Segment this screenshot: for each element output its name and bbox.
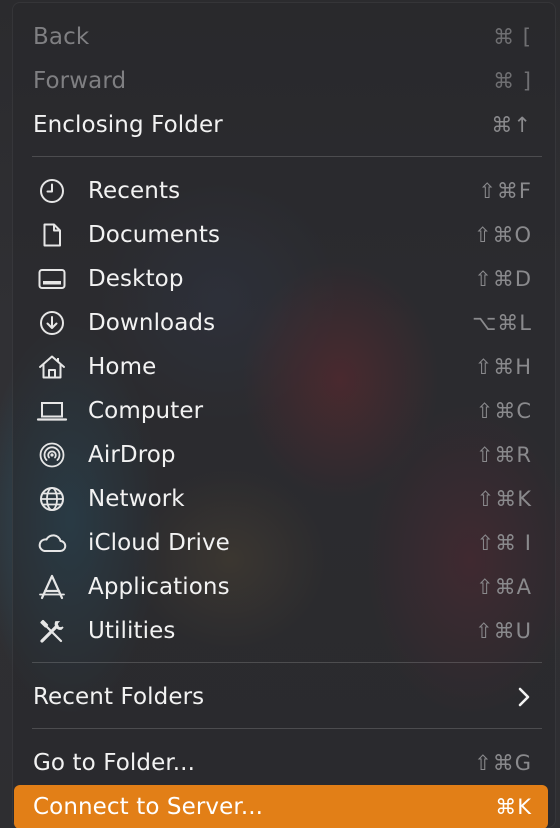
- menu-item-shortcut: ⇧⌘O: [473, 223, 532, 247]
- menu-item-shortcut: ⇧⌘F: [478, 179, 532, 203]
- menu-item-recents[interactable]: Recents ⇧⌘F: [14, 169, 554, 213]
- menu-item-shortcut: ⇧⌘ I: [476, 531, 532, 555]
- menu-item-shortcut: ⇧⌘D: [474, 267, 532, 291]
- menu-item-shortcut: ⇧⌘R: [475, 443, 532, 467]
- home-icon: [36, 351, 68, 383]
- menu-item-label: Forward: [33, 68, 127, 94]
- menu-item-label: Network: [88, 486, 185, 512]
- menu-item-downloads[interactable]: Downloads ⌥⌘L: [14, 301, 554, 345]
- menu-item-label: Computer: [88, 398, 204, 424]
- download-icon: [36, 307, 68, 339]
- go-menu: Back ⌘ [ Forward ⌘ ] Enclosing Folder ⌘↑…: [12, 2, 556, 828]
- menu-separator: [32, 156, 542, 157]
- menu-item-label: iCloud Drive: [88, 530, 230, 556]
- menu-item-shortcut: ⇧⌘A: [476, 575, 532, 599]
- menu-item-label: Connect to Server...: [33, 794, 264, 820]
- menu-item-label: Go to Folder...: [33, 750, 196, 776]
- menu-item-icloud-drive[interactable]: iCloud Drive ⇧⌘ I: [14, 521, 554, 565]
- menu-item-label: Applications: [88, 574, 230, 600]
- menu-item-shortcut: ⌘↑: [491, 113, 532, 137]
- menu-item-network[interactable]: Network ⇧⌘K: [14, 477, 554, 521]
- menu-item-label: Home: [88, 354, 157, 380]
- screen-background: Back ⌘ [ Forward ⌘ ] Enclosing Folder ⌘↑…: [0, 0, 560, 828]
- menu-separator: [32, 728, 542, 729]
- clock-icon: [36, 175, 68, 207]
- menu-item-label: Documents: [88, 222, 221, 248]
- menu-item-label: Recent Folders: [33, 684, 205, 710]
- document-icon: [36, 219, 68, 251]
- applications-icon: [36, 571, 68, 603]
- globe-icon: [36, 483, 68, 515]
- menu-item-label: Downloads: [88, 310, 216, 336]
- menu-item-enclosing-folder[interactable]: Enclosing Folder ⌘↑: [14, 103, 554, 147]
- menu-item-shortcut: ⇧⌘C: [475, 399, 532, 423]
- menu-item-shortcut: ⇧⌘U: [475, 619, 532, 643]
- menu-item-desktop[interactable]: Desktop ⇧⌘D: [14, 257, 554, 301]
- menu-item-label: Recents: [88, 178, 181, 204]
- menu-item-utilities[interactable]: Utilities ⇧⌘U: [14, 609, 554, 653]
- menu-item-shortcut: ⇧⌘H: [474, 355, 532, 379]
- menu-separator: [32, 662, 542, 663]
- menu-item-shortcut: ⇧⌘G: [474, 751, 532, 775]
- menu-item-shortcut: ⌘K: [495, 795, 532, 819]
- chevron-right-icon: [516, 685, 532, 709]
- menu-item-shortcut: ⌥⌘L: [472, 311, 532, 335]
- menu-item-go-to-folder[interactable]: Go to Folder... ⇧⌘G: [14, 741, 554, 785]
- laptop-icon: [36, 395, 68, 427]
- menu-item-airdrop[interactable]: AirDrop ⇧⌘R: [14, 433, 554, 477]
- menu-item-recent-folders[interactable]: Recent Folders: [14, 675, 554, 719]
- menu-item-home[interactable]: Home ⇧⌘H: [14, 345, 554, 389]
- menu-item-forward[interactable]: Forward ⌘ ]: [14, 59, 554, 103]
- menu-item-label: Back: [33, 24, 90, 50]
- menu-item-label: Desktop: [88, 266, 184, 292]
- menu-item-shortcut: ⇧⌘K: [476, 487, 532, 511]
- menu-item-shortcut: ⌘ ]: [493, 69, 532, 93]
- menu-item-label: Enclosing Folder: [33, 112, 223, 138]
- menu-item-applications[interactable]: Applications ⇧⌘A: [14, 565, 554, 609]
- menu-item-connect-to-server[interactable]: Connect to Server... ⌘K: [14, 785, 548, 828]
- menu-item-back[interactable]: Back ⌘ [: [14, 15, 554, 59]
- menu-item-label: Utilities: [88, 618, 176, 644]
- menu-item-documents[interactable]: Documents ⇧⌘O: [14, 213, 554, 257]
- menu-item-computer[interactable]: Computer ⇧⌘C: [14, 389, 554, 433]
- cloud-icon: [36, 527, 68, 559]
- airdrop-icon: [36, 439, 68, 471]
- menu-item-shortcut: ⌘ [: [493, 25, 532, 49]
- desktop-icon: [36, 263, 68, 295]
- tools-icon: [36, 615, 68, 647]
- menu-item-label: AirDrop: [88, 442, 176, 468]
